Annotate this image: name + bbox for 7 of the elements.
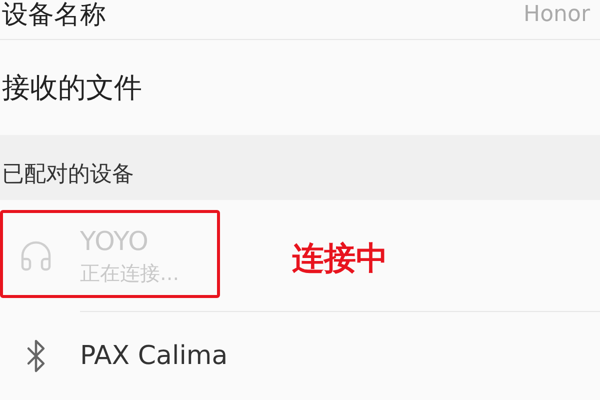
section-header: 已配对的设备 xyxy=(2,161,134,189)
setting-value: Honor xyxy=(524,1,590,29)
received-files-item[interactable]: 接收的文件 xyxy=(0,40,600,135)
setting-label: 设备名称 xyxy=(2,0,106,30)
device-item[interactable]: PAX Calima xyxy=(0,312,600,400)
device-name: PAX Calima xyxy=(80,340,228,373)
annotation-label: 连接中 xyxy=(292,238,388,279)
